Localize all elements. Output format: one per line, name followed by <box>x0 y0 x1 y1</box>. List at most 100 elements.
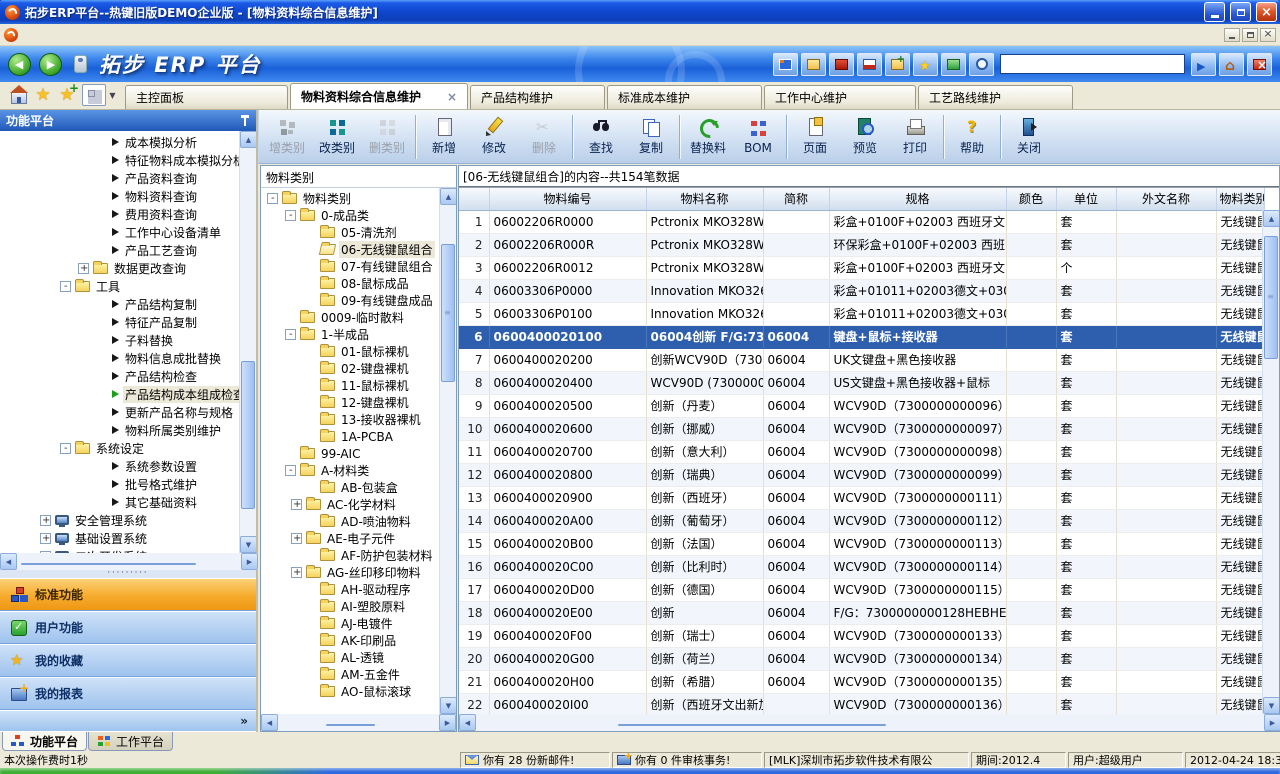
assistant-icon[interactable] <box>74 55 87 73</box>
table-row[interactable]: 130600400020900创新（西班牙）06004WCV90D（730000… <box>459 486 1264 509</box>
function-tree-item[interactable]: 成本模拟分析 <box>0 133 239 151</box>
category-tree-item[interactable]: AI-塑胶原料 <box>261 598 439 615</box>
expander-icon[interactable] <box>40 533 51 544</box>
category-tree-item[interactable]: 11-鼠标裸机 <box>261 377 439 394</box>
scroll-up-icon[interactable]: ▲ <box>1263 210 1279 227</box>
category-tree-item[interactable]: 09-有线键盘成品 <box>261 292 439 309</box>
menu-item[interactable] <box>60 33 78 37</box>
function-tree-item[interactable]: 基础设置系统 <box>0 529 239 547</box>
expander-icon[interactable] <box>291 567 302 578</box>
category-tree-item[interactable]: 1-半成品 <box>261 326 439 343</box>
table-row[interactable]: 140600400020A00创新（葡萄牙）06004WCV90D（730000… <box>459 509 1264 532</box>
forward-button[interactable] <box>39 53 62 76</box>
scroll-down-icon[interactable]: ▼ <box>440 697 456 714</box>
toolbar-button[interactable]: 删除 <box>519 113 569 161</box>
scroll-down-icon[interactable]: ▼ <box>1263 697 1279 714</box>
table-row[interactable]: 80600400020400WCV90D (730000000006906004… <box>459 371 1264 394</box>
table-row[interactable]: 220600400020I00创新（西班牙文出新加坡WCV90D（7300000… <box>459 693 1264 714</box>
category-tree-item[interactable]: AG-丝印移印物料 <box>261 564 439 581</box>
scroll-up-icon[interactable]: ▲ <box>240 131 256 148</box>
function-tree-item[interactable]: 系统参数设置 <box>0 457 239 475</box>
category-tree-item[interactable]: AK-印刷品 <box>261 632 439 649</box>
toolbar-button[interactable]: 新增 <box>419 113 469 161</box>
function-tree-item[interactable]: 工作中心设备清单 <box>0 223 239 241</box>
function-tree-item[interactable]: 特征产品复制 <box>0 313 239 331</box>
scroll-down-icon[interactable]: ▼ <box>240 536 256 553</box>
document-tab[interactable]: 工艺路线维护 <box>918 85 1073 109</box>
function-tree-item[interactable]: 安全管理系统 <box>0 511 239 529</box>
pin-icon[interactable] <box>240 114 250 127</box>
favorite-star-icon[interactable] <box>32 84 54 106</box>
function-tree-item[interactable]: 产品结构成本组成检查 <box>0 385 239 403</box>
category-tree-item[interactable]: 物料类别 <box>261 190 439 207</box>
grid-vertical-scrollbar[interactable]: ▲ ≡ ▼ <box>1262 210 1279 714</box>
toolbar-button[interactable]: 增类别 <box>262 113 312 161</box>
document-tab[interactable]: 物料资料综合信息维护 <box>290 83 468 109</box>
category-horizontal-scrollbar[interactable]: ◀ ▶ <box>261 714 456 731</box>
category-tree-item[interactable]: 02-键盘裸机 <box>261 360 439 377</box>
function-tree-item[interactable]: 其它基础资料 <box>0 493 239 511</box>
mdi-restore-button[interactable] <box>1242 28 1258 42</box>
table-row[interactable]: 206002206R000RPctronix MKO328W环保彩盒+0100F… <box>459 233 1264 256</box>
toolbar-button[interactable]: 改类别 <box>312 113 362 161</box>
mdi-minimize-button[interactable] <box>1224 28 1240 42</box>
toolbar-button[interactable]: 关闭 <box>1004 113 1054 161</box>
category-tree-item[interactable]: AE-电子元件 <box>261 530 439 547</box>
sidebar-panel-button[interactable]: 我的收藏 <box>0 644 256 677</box>
menu-item[interactable] <box>96 33 114 37</box>
menu-item[interactable] <box>24 33 42 37</box>
category-tree-item[interactable]: A-材料类 <box>261 462 439 479</box>
menu-item[interactable] <box>78 33 96 37</box>
function-tree-item[interactable]: 产品结构检查 <box>0 367 239 385</box>
table-row[interactable]: 100600400020600创新（挪威）06004WCV90D（7300000… <box>459 417 1264 440</box>
sidebar-panel-button[interactable]: 标准功能 <box>0 578 256 611</box>
banner-button[interactable] <box>969 53 994 76</box>
function-tree-item[interactable]: 更新产品名称与规格 <box>0 403 239 421</box>
splitter-handle[interactable]: ········· <box>0 570 256 578</box>
back-button[interactable] <box>8 53 31 76</box>
expander-icon[interactable] <box>78 263 89 274</box>
scroll-left-icon[interactable]: ◀ <box>0 553 17 570</box>
close-tab-icon[interactable] <box>447 90 457 104</box>
category-tree-item[interactable]: 12-键盘裸机 <box>261 394 439 411</box>
category-tree-item[interactable]: 01-鼠标裸机 <box>261 343 439 360</box>
table-row[interactable]: 180600400020E00创新06004F/G：7300000000128H… <box>459 601 1264 624</box>
window-list-dropdown-icon[interactable] <box>106 84 119 106</box>
category-tree-item[interactable]: AD-喷油物料 <box>261 513 439 530</box>
expander-icon[interactable] <box>291 499 302 510</box>
category-tree-item[interactable]: 07-有线键鼠组合 <box>261 258 439 275</box>
status-segment[interactable]: [MLK]深圳市拓步软件技术有限公 <box>764 752 969 768</box>
category-tree-item[interactable]: 06-无线键鼠组合 <box>261 241 439 258</box>
function-tree-item[interactable]: 物料所属类别维护 <box>0 421 239 439</box>
window-list-button[interactable] <box>82 84 106 106</box>
more-panels-chevron[interactable] <box>0 710 256 731</box>
expander-icon[interactable] <box>285 210 296 221</box>
category-tree-item[interactable]: AC-化学材料 <box>261 496 439 513</box>
table-row[interactable]: 150600400020B00创新（法国）06004WCV90D（7300000… <box>459 532 1264 555</box>
category-tree-item[interactable]: 13-接收器裸机 <box>261 411 439 428</box>
table-row[interactable]: 506003306P0100Innovation MKO326W(备彩盒+010… <box>459 302 1264 325</box>
table-row[interactable]: 106002206R0000Pctronix MKO328W彩盒+0100F+0… <box>459 210 1264 233</box>
expander-icon[interactable] <box>285 329 296 340</box>
function-tree-item[interactable]: 产品结构复制 <box>0 295 239 313</box>
function-tree-item[interactable]: 特征物料成本模拟分析 <box>0 151 239 169</box>
expander-icon[interactable] <box>60 443 71 454</box>
document-tab[interactable]: 工作中心维护 <box>764 85 916 109</box>
status-segment[interactable]: 用户:超级用户 <box>1068 752 1183 768</box>
scroll-up-icon[interactable]: ▲ <box>440 188 456 205</box>
category-tree-item[interactable]: AL-透镜 <box>261 649 439 666</box>
column-header[interactable]: 外文名称 <box>1116 188 1216 210</box>
category-tree-item[interactable]: AM-五金件 <box>261 666 439 683</box>
function-tree-item[interactable]: 系统设定 <box>0 439 239 457</box>
function-tree-item[interactable]: 批号格式维护 <box>0 475 239 493</box>
category-tree-item[interactable]: 0009-临时散料 <box>261 309 439 326</box>
scroll-left-icon[interactable]: ◀ <box>261 714 278 731</box>
category-tree-item[interactable]: 99-AIC <box>261 445 439 462</box>
banner-button[interactable] <box>829 53 854 76</box>
document-tab[interactable]: 产品结构维护 <box>470 85 605 109</box>
minimize-button[interactable] <box>1204 2 1225 22</box>
function-tree-item[interactable]: 物料信息成批替换 <box>0 349 239 367</box>
column-header[interactable]: 物料编号 <box>489 188 646 210</box>
expander-icon[interactable] <box>291 533 302 544</box>
expander-icon[interactable] <box>40 551 51 554</box>
